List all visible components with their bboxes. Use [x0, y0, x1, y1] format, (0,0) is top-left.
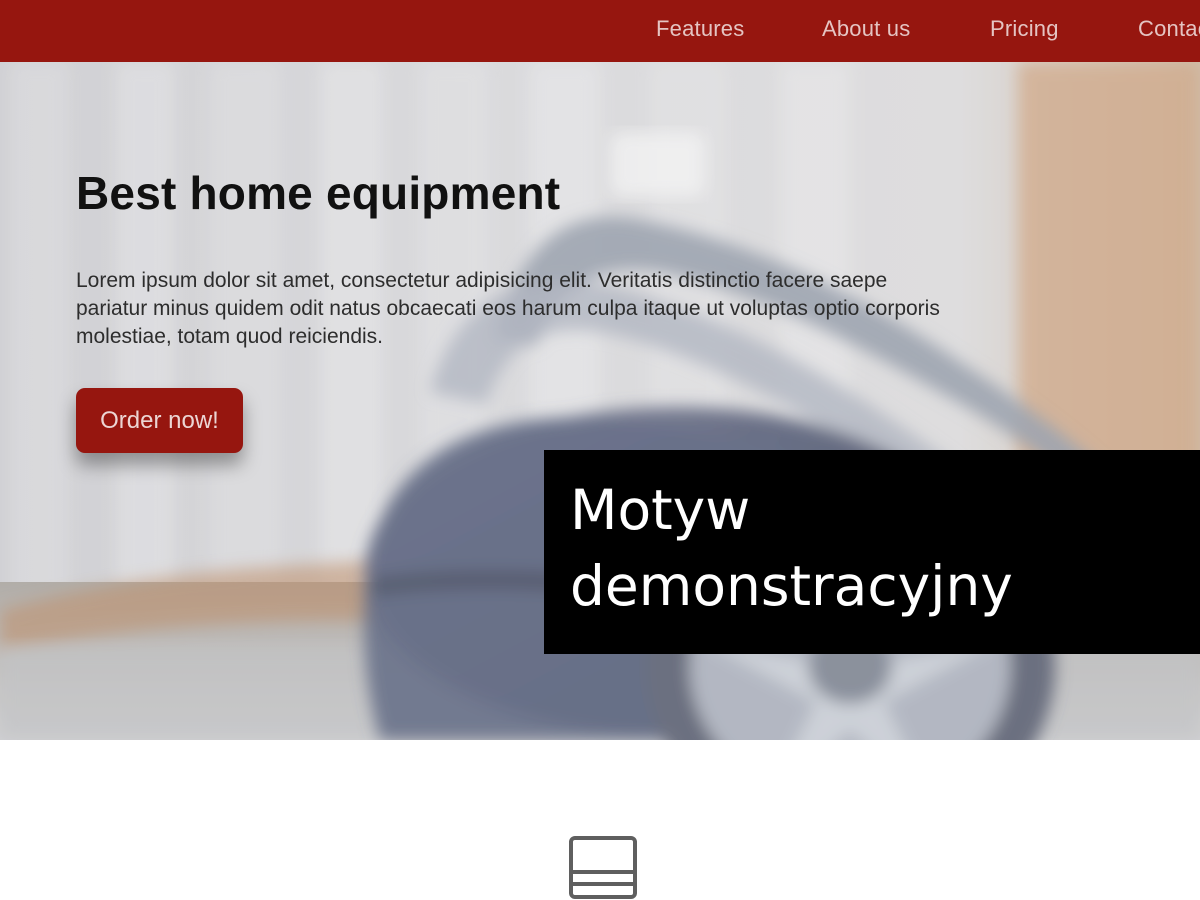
nav-item-contact[interactable]: Contact: [1138, 16, 1200, 42]
hero-title: Best home equipment: [76, 167, 561, 219]
nav-item-about-us[interactable]: About us: [822, 16, 910, 42]
overlay-title-line-2: demonstracyjny: [570, 554, 1013, 618]
nav-item-pricing[interactable]: Pricing: [990, 16, 1059, 42]
overlay-title-line-1: Motyw: [570, 478, 751, 542]
tablet-icon: [569, 836, 637, 899]
demo-theme-overlay: Motyw demonstracyjny: [544, 450, 1200, 654]
top-navigation-bar: Features About us Pricing Contact: [0, 0, 1200, 62]
hero-description: Lorem ipsum dolor sit amet, consectetur …: [76, 269, 940, 348]
landing-page: Features About us Pricing Contact: [0, 0, 1200, 900]
main-navigation: Features About us Pricing Contact: [0, 0, 1200, 62]
order-now-button[interactable]: Order now!: [76, 388, 243, 453]
nav-item-features[interactable]: Features: [656, 16, 744, 42]
